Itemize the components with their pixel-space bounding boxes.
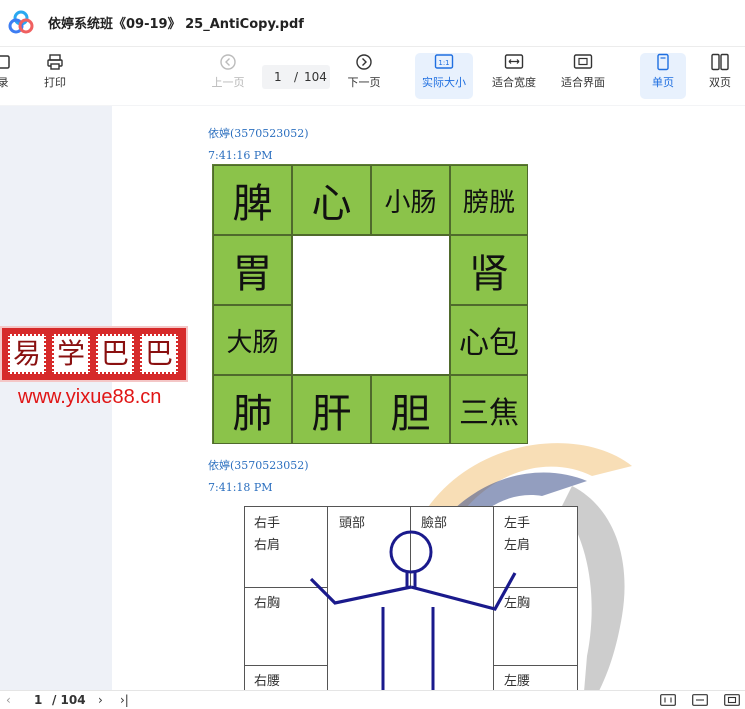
actual-size-button[interactable]: 1:1 实际大小 bbox=[415, 53, 473, 99]
organ-cell: 脾 bbox=[213, 165, 292, 235]
watermark-char: 学 bbox=[52, 334, 90, 374]
fit-width-button[interactable]: 适合宽度 bbox=[486, 53, 542, 99]
page-separator: / bbox=[294, 70, 299, 84]
message-2-sender: 依婷(3570523052) bbox=[208, 459, 309, 472]
status-bar: ‹ 1 / 104 › ›| bbox=[0, 690, 745, 709]
chevron-left-circle-icon bbox=[220, 54, 236, 70]
status-fit-width-icon[interactable] bbox=[692, 694, 708, 706]
single-page-button[interactable]: 单页 bbox=[640, 53, 686, 99]
watermark-url: www.yixue88.cn bbox=[18, 386, 162, 408]
toolbar: 录 打印 上一页 1 / 104 下一页 1:1 实际大小 适合宽度 适合界面 … bbox=[0, 47, 745, 105]
app-logo-icon bbox=[8, 10, 34, 34]
prev-page-label: 上一页 bbox=[211, 76, 245, 89]
status-page-current[interactable]: 1 bbox=[34, 692, 42, 708]
organ-grid-image: 脾 心 小肠 膀胱 胃 肾 大肠 心包 肺 肝 胆 三焦 bbox=[212, 164, 528, 444]
fit-page-icon bbox=[573, 54, 593, 69]
catalog-label: 录 bbox=[0, 76, 9, 89]
watermark-char: 巴 bbox=[140, 334, 178, 374]
svg-text:1:1: 1:1 bbox=[438, 59, 449, 67]
print-label: 打印 bbox=[44, 76, 66, 89]
status-next-page-icon[interactable]: › bbox=[98, 692, 103, 708]
status-last-page-icon[interactable]: ›| bbox=[120, 692, 129, 708]
print-button[interactable]: 打印 bbox=[38, 53, 72, 99]
stick-figure-icon bbox=[309, 530, 517, 690]
organ-cell: 胃 bbox=[213, 235, 292, 305]
page-number-input[interactable]: 1 / 104 bbox=[262, 65, 330, 89]
message-1-sender: 依婷(3570523052) bbox=[208, 127, 309, 140]
organ-cell: 心包 bbox=[450, 305, 528, 375]
next-page-label: 下一页 bbox=[347, 76, 381, 89]
status-fit-page-icon[interactable] bbox=[724, 694, 740, 706]
watermark-stamp: 易 学 巴 巴 bbox=[0, 326, 188, 382]
organ-cell: 心 bbox=[292, 165, 371, 235]
page-total: 104 bbox=[304, 70, 327, 84]
fit-width-icon bbox=[504, 54, 524, 69]
organ-cell: 肝 bbox=[292, 375, 371, 444]
watermark-char: 巴 bbox=[96, 334, 134, 374]
organ-cell: 肺 bbox=[213, 375, 292, 444]
watermark-char: 易 bbox=[8, 334, 46, 374]
status-actual-size-icon[interactable] bbox=[660, 694, 676, 706]
fit-page-button[interactable]: 适合界面 bbox=[556, 53, 610, 99]
prev-page-button[interactable]: 上一页 bbox=[206, 53, 250, 99]
body-figure-grid-image: 右手 右肩 頭部 臉部 左手 左肩 右胸 左胸 右腰 左腰 bbox=[244, 506, 578, 692]
page-current: 1 bbox=[274, 70, 282, 84]
organ-cell: 肾 bbox=[450, 235, 528, 305]
message-2-time: 7:41:18 PM bbox=[208, 481, 273, 494]
organ-cell: 大肠 bbox=[213, 305, 292, 375]
double-page-label: 双页 bbox=[709, 76, 731, 89]
actual-size-icon: 1:1 bbox=[434, 54, 454, 69]
status-page-total: / 104 bbox=[52, 693, 86, 707]
single-page-icon bbox=[657, 53, 669, 71]
organ-cell: 胆 bbox=[371, 375, 450, 444]
printer-icon bbox=[47, 54, 63, 70]
double-page-button[interactable]: 双页 bbox=[700, 53, 740, 99]
chevron-right-circle-icon bbox=[356, 54, 372, 70]
window-title: 依婷系统班《09-19》 25_AntiCopy.pdf bbox=[48, 17, 304, 32]
double-page-icon bbox=[711, 53, 729, 71]
organ-cell: 三焦 bbox=[450, 375, 528, 444]
fit-width-label: 适合宽度 bbox=[492, 76, 536, 89]
organ-cell: 小肠 bbox=[371, 165, 450, 235]
next-page-button[interactable]: 下一页 bbox=[342, 53, 386, 99]
fit-page-label: 适合界面 bbox=[561, 76, 605, 89]
single-page-label: 单页 bbox=[652, 76, 674, 89]
organ-grid-center bbox=[292, 235, 450, 375]
catalog-icon bbox=[0, 55, 10, 69]
status-prev-page-icon[interactable]: ‹ bbox=[6, 692, 11, 708]
message-1-time: 7:41:16 PM bbox=[208, 149, 273, 162]
title-bar: 依婷系统班《09-19》 25_AntiCopy.pdf bbox=[0, 0, 745, 47]
actual-size-label: 实际大小 bbox=[422, 76, 466, 89]
catalog-button[interactable]: 录 bbox=[0, 53, 18, 99]
organ-cell: 膀胱 bbox=[450, 165, 528, 235]
